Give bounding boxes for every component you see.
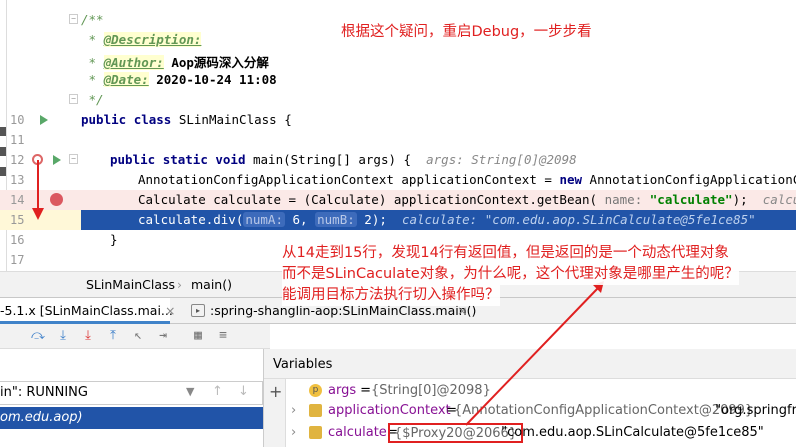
step-arrow-icon <box>32 160 44 220</box>
doc-tag: @Author: <box>103 55 164 70</box>
code-editor[interactable]: − /** * @Description: * @Author: Aop源码深入… <box>0 0 796 271</box>
step-into-icon[interactable]: ⤓ <box>55 328 71 344</box>
step-out-icon[interactable]: ⤒ <box>105 328 121 344</box>
tab-label: -5.1.x [SLinMainClass.mai... <box>0 303 173 318</box>
fold-icon[interactable]: − <box>69 154 78 164</box>
arrow-up-icon[interactable]: ↑ <box>212 384 223 399</box>
debug-toolbar: ⤼ ⤓ ⤓ ⤒ ↖ ⇥ ▦ ≡ <box>0 324 270 349</box>
variables-panel: Variables + p args = {String[0]@2098} › … <box>263 349 796 447</box>
fold-icon[interactable]: − <box>69 14 78 24</box>
doc-tag: @Description: <box>103 32 202 47</box>
code-line: − */ <box>0 90 796 110</box>
breadcrumb-class[interactable]: SLinMainClass <box>86 277 175 292</box>
run-icon[interactable] <box>40 115 48 125</box>
settings-icon[interactable]: ≡ <box>215 328 231 344</box>
chevron-down-icon: ▼ <box>186 385 195 398</box>
field-icon <box>309 426 322 439</box>
parameter-icon: p <box>309 384 322 397</box>
chevron-right-icon[interactable]: › <box>291 403 296 418</box>
variable-row[interactable]: p args = {String[0]@2098} <box>264 381 796 401</box>
code-line: * @Author: Aop源码深入分解 <box>81 55 269 70</box>
variable-row[interactable]: › calculate = {$Proxy20@2066} "com.edu.a… <box>264 423 796 443</box>
code-line-12: 12 − public static void main(String[] ar… <box>10 152 577 167</box>
variable-row[interactable]: › applicationContext = {AnnotationConfig… <box>264 401 796 421</box>
arrow-down-icon[interactable]: ↓ <box>238 384 249 399</box>
step-over-icon[interactable]: ⤼ <box>30 328 46 344</box>
drop-frame-icon[interactable]: ↖ <box>130 328 146 344</box>
tab-session-left[interactable]: -5.1.x [SLinMainClass.mai... <box>0 298 173 324</box>
code-line: * @Date: 2020-10-24 11:08 <box>81 72 277 87</box>
doc-tag: @Date: <box>103 72 149 87</box>
run-config-icon: ▸ <box>191 304 205 317</box>
close-icon[interactable]: × <box>165 303 175 318</box>
evaluate-icon[interactable]: ▦ <box>190 328 206 344</box>
force-step-into-icon[interactable]: ⤓ <box>80 328 96 344</box>
annotation-bottom: 从14走到15行，发现14行有返回值，但是返回的是一个动态代理对象 <box>282 243 729 264</box>
variables-header: Variables <box>264 349 796 379</box>
code-line-14: 14 Calculate calculate = (Calculate) app… <box>0 190 796 210</box>
run-to-cursor-icon[interactable]: ⇥ <box>155 328 171 344</box>
annotation-top: 根据这个疑问，重启Debug，一步步看 <box>341 24 592 40</box>
code-line-11: 11 <box>10 133 25 147</box>
breakpoint-icon[interactable] <box>50 193 63 206</box>
chevron-right-icon[interactable]: › <box>291 425 296 440</box>
code-line-15-current: 15 calculate.div(numA: 6, numB: 2); calc… <box>0 210 796 230</box>
frame-item-selected[interactable]: om.edu.aop) <box>0 407 263 429</box>
frames-panel: in": RUNNING ▼ ↑ ↓ om.edu.aop) <box>0 349 263 447</box>
code-line-10: 10 public class SLinMainClass { <box>10 112 292 127</box>
fold-icon[interactable]: − <box>69 94 78 104</box>
field-icon <box>309 404 322 417</box>
breadcrumb-method[interactable]: main() <box>191 277 232 292</box>
run-icon[interactable] <box>53 155 61 165</box>
annotation-bottom-3: 能调用目标方法执行切入操作吗？ <box>282 285 500 306</box>
thread-select[interactable]: in": RUNNING ▼ ↑ ↓ <box>0 381 263 405</box>
annotation-bottom-2: 而不是SLinCaculate对象，为什么呢，这个代理对象是哪里产生的呢？ <box>282 264 739 285</box>
code-line-13: 13 AnnotationConfigApplicationContext ap… <box>10 172 796 187</box>
